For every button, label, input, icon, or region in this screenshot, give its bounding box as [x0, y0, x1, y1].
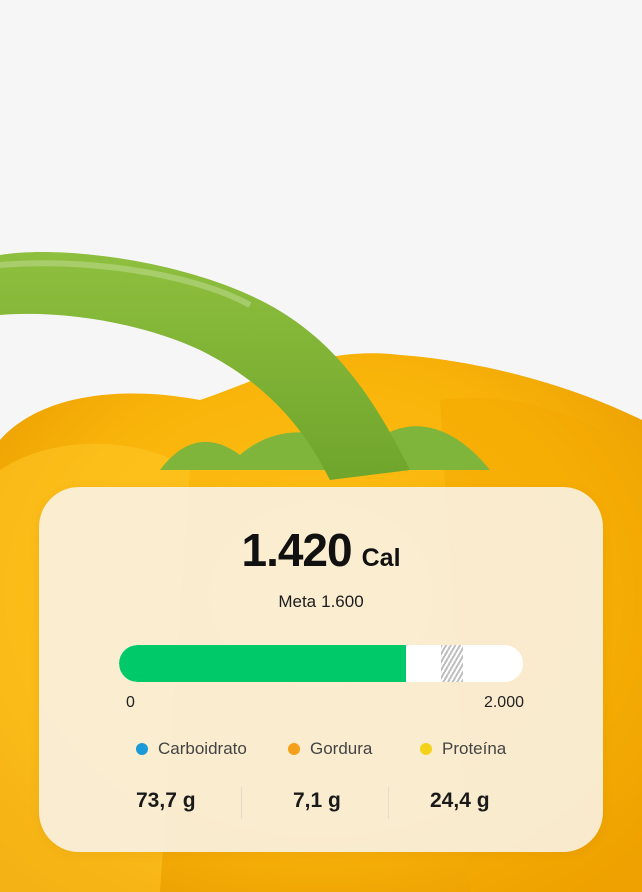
legend-label: Gordura — [310, 739, 373, 758]
divider — [241, 787, 242, 819]
goal-label: Meta — [278, 592, 317, 611]
calorie-total: 1.420 Cal — [39, 523, 603, 577]
goal-value: 1.600 — [321, 592, 364, 611]
legend-label: Carboidrato — [158, 739, 247, 758]
legend-fat: Gordura — [288, 739, 372, 759]
calorie-goal: Meta 1.600 — [39, 592, 603, 612]
legend-protein: Proteína — [420, 739, 506, 759]
fat-dot-icon — [288, 743, 300, 755]
goal-marker — [441, 645, 464, 682]
carbohydrate-dot-icon — [136, 743, 148, 755]
progress-min-label: 0 — [126, 694, 135, 711]
progress-max-label: 2.000 — [483, 694, 524, 711]
legend-carbohydrate: Carboidrato — [136, 739, 247, 759]
legend-label: Proteína — [442, 739, 507, 758]
calorie-value: 1.420 — [241, 524, 352, 576]
protein-value: 24,4 g — [430, 789, 490, 812]
calorie-progress-bar — [119, 645, 523, 682]
fat-value: 7,1 g — [293, 789, 341, 812]
divider — [388, 787, 389, 819]
protein-dot-icon — [420, 743, 432, 755]
calorie-summary-card[interactable]: 1.420 Cal Meta 1.600 0 2.000 Carboidrato G… — [39, 487, 603, 852]
calorie-unit: Cal — [361, 544, 401, 572]
carbohydrate-value: 73,7 g — [136, 789, 196, 812]
calorie-progress-fill — [119, 645, 406, 682]
